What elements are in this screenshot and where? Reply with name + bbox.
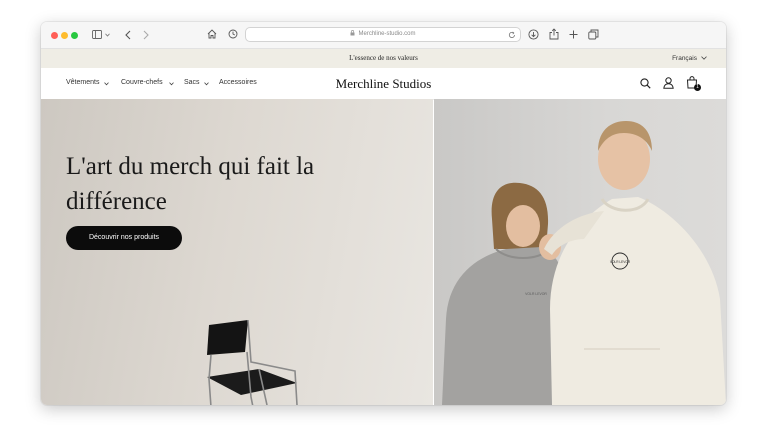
search-icon[interactable]: [640, 78, 651, 89]
reload-icon[interactable]: [508, 31, 516, 39]
history-icon[interactable]: [228, 29, 238, 39]
hoodie-print-right: VOLR LEVOR: [610, 260, 631, 264]
address-bar-url: Merchline-studio.com: [246, 28, 520, 41]
chevron-down-icon[interactable]: [204, 82, 209, 86]
hero-photo-panel: VOLR LEVOR VOLR LEVOR: [434, 99, 726, 405]
zoom-window-button[interactable]: [71, 32, 78, 39]
hero-headline: L'art du merch qui fait la différence: [66, 153, 315, 215]
sidebar-icon[interactable]: [92, 30, 102, 39]
chevron-down-icon[interactable]: [701, 56, 707, 60]
share-icon[interactable]: [549, 28, 559, 40]
chevron-down-icon[interactable]: [104, 82, 109, 86]
hero-left-panel: L'art du merch qui fait la différence Dé…: [41, 99, 433, 405]
hero-section: L'art du merch qui fait la différence Dé…: [41, 99, 726, 405]
url-text: Merchline-studio.com: [358, 31, 416, 37]
new-tab-icon[interactable]: [569, 30, 578, 39]
chair-image: [207, 319, 298, 405]
forward-icon[interactable]: [143, 30, 149, 40]
brand-logo[interactable]: Merchline Studios: [336, 76, 432, 91]
chevron-down-icon[interactable]: [105, 33, 110, 37]
back-icon[interactable]: [125, 30, 131, 40]
announcement-bar: L'essence de nos valeurs Français: [41, 49, 726, 68]
home-icon[interactable]: [207, 29, 217, 39]
nav-item-accessoires[interactable]: Accessoires: [219, 79, 257, 86]
discover-products-button[interactable]: Découvrir nos produits: [66, 226, 182, 250]
close-window-button[interactable]: [51, 32, 58, 39]
nav-item-vetements[interactable]: Vêtements: [66, 79, 99, 86]
models-photo: VOLR LEVOR VOLR LEVOR: [442, 121, 726, 405]
account-icon[interactable]: [663, 77, 674, 89]
tabs-overview-icon[interactable]: [588, 29, 599, 40]
browser-toolbar: Merchline-studio.com: [41, 22, 726, 49]
cart-count-badge: 1: [694, 84, 701, 91]
browser-window: Merchline-studio.com L'essence de nos va…: [41, 22, 726, 405]
announcement-text: L'essence de nos valeurs: [349, 54, 418, 62]
address-bar[interactable]: Merchline-studio.com: [245, 27, 521, 42]
nav-item-sacs[interactable]: Sacs: [184, 79, 200, 86]
lock-icon: [350, 30, 355, 36]
hoodie-print-left: VOLR LEVOR: [525, 292, 547, 296]
language-selector[interactable]: Français: [672, 49, 697, 68]
chevron-down-icon[interactable]: [169, 82, 174, 86]
nav-item-couvre-chefs[interactable]: Couvre-chefs: [121, 79, 163, 86]
minimize-window-button[interactable]: [61, 32, 68, 39]
site-header: Vêtements Couvre-chefs Sacs Accessoires …: [41, 68, 726, 100]
download-icon[interactable]: [528, 29, 539, 40]
